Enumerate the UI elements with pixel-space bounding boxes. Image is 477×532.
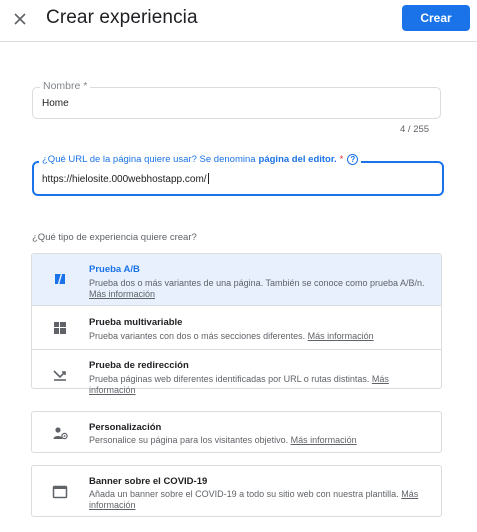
editor-url-field-label: ¿Qué URL de la página quiere usar? Se de… — [39, 154, 362, 165]
option-description: Prueba variantes con dos o más secciones… — [89, 331, 429, 342]
option-ab-test[interactable]: Prueba A/B Prueba dos o más variantes de… — [32, 254, 441, 305]
experience-type-question: ¿Qué tipo de experiencia quiere crear? — [32, 232, 197, 243]
editor-url-field[interactable]: ¿Qué URL de la página quiere usar? Se de… — [32, 154, 444, 196]
option-redirect[interactable]: Prueba de redirección Prueba páginas web… — [32, 349, 441, 395]
name-field[interactable]: Nombre * Home — [32, 80, 441, 119]
personalization-icon — [53, 427, 68, 440]
option-description-text: Añada un banner sobre el COVID-19 a todo… — [89, 489, 399, 499]
option-description-text: Personalice su página para los visitante… — [89, 435, 289, 445]
name-field-value[interactable]: Home — [42, 98, 69, 109]
personalization-group: Personalización Personalice su página pa… — [31, 411, 442, 453]
dialog-header: Crear experiencia Crear — [0, 0, 477, 42]
option-title: Prueba de redirección — [89, 360, 189, 371]
redirect-icon — [53, 370, 66, 381]
editor-url-text: https://hielosite.000webhostapp.com/ — [42, 174, 207, 185]
url-label-text: ¿Qué URL de la página quiere usar? Se de… — [42, 154, 256, 165]
help-icon[interactable]: ? — [347, 154, 359, 165]
banner-group: Banner sobre el COVID-19 Añada un banner… — [31, 465, 442, 517]
option-description: Personalice su página para los visitante… — [89, 435, 429, 446]
option-title: Prueba multivariable — [89, 317, 183, 328]
more-info-link[interactable]: Más información — [308, 331, 374, 341]
banner-icon — [52, 485, 68, 499]
option-description-text: Prueba páginas web diferentes identifica… — [89, 374, 370, 384]
create-button[interactable]: Crear — [402, 5, 470, 31]
url-label-bold: página del editor. — [258, 154, 337, 165]
option-description: Prueba dos o más variantes de una página… — [89, 278, 429, 299]
option-title: Prueba A/B — [89, 264, 140, 275]
name-field-label: Nombre * — [40, 80, 91, 92]
option-personalization[interactable]: Personalización Personalice su página pa… — [32, 412, 441, 452]
option-covid-banner[interactable]: Banner sobre el COVID-19 Añada un banner… — [32, 466, 441, 516]
required-mark: * — [339, 154, 344, 165]
option-description-text: Prueba dos o más variantes de una página… — [89, 278, 425, 288]
name-char-counter: 4 / 255 — [400, 124, 430, 135]
experience-options-group: Prueba A/B Prueba dos o más variantes de… — [31, 253, 442, 395]
option-title: Personalización — [89, 422, 162, 433]
more-info-link[interactable]: Más información — [89, 289, 155, 299]
option-title: Banner sobre el COVID-19 — [89, 476, 208, 487]
option-multivariate[interactable]: Prueba multivariable Prueba variantes co… — [32, 305, 441, 349]
close-icon[interactable] — [10, 9, 30, 29]
multivariate-icon — [54, 322, 66, 334]
more-info-link[interactable]: Más información — [291, 435, 357, 445]
text-cursor — [207, 173, 209, 184]
editor-url-field-value[interactable]: https://hielosite.000webhostapp.com/ — [42, 173, 209, 185]
option-description-text: Prueba variantes con dos o más secciones… — [89, 331, 306, 341]
option-description: Prueba páginas web diferentes identifica… — [89, 374, 429, 395]
option-description: Añada un banner sobre el COVID-19 a todo… — [89, 489, 429, 510]
page-title: Crear experiencia — [46, 7, 198, 28]
ab-test-icon — [55, 273, 65, 285]
